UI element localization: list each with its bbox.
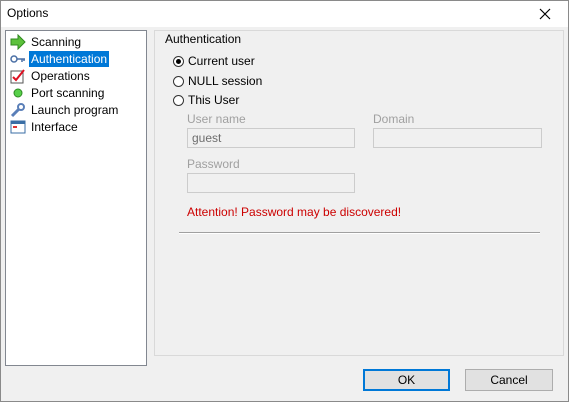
- tree-item-label: Interface: [31, 120, 78, 134]
- tree-item-label: Launch program: [31, 103, 119, 117]
- category-tree[interactable]: Scanning Authentication Operations Port …: [5, 30, 147, 366]
- tree-item-label: Operations: [31, 69, 90, 83]
- tree-item-port-scanning[interactable]: Port scanning: [10, 85, 106, 101]
- radio-null-session[interactable]: NULL session: [173, 73, 262, 89]
- user-name-label: User name: [187, 112, 246, 126]
- radio-button-checked[interactable]: [173, 55, 184, 67]
- cancel-button[interactable]: Cancel: [465, 369, 553, 391]
- ok-button[interactable]: OK: [363, 369, 450, 391]
- tree-item-label: Port scanning: [31, 86, 105, 100]
- title-bar: Options: [1, 1, 568, 27]
- password-label: Password: [187, 157, 240, 171]
- close-button[interactable]: [522, 1, 568, 27]
- radio-button[interactable]: [173, 94, 184, 106]
- password-field[interactable]: [187, 173, 355, 193]
- password-warning: Attention! Password may be discovered!: [187, 205, 402, 219]
- domain-label: Domain: [373, 112, 415, 126]
- tree-item-label: Authentication: [29, 51, 110, 67]
- tree-item-launch-program[interactable]: Launch program: [10, 102, 120, 118]
- tree-item-label: Scanning: [31, 35, 82, 49]
- radio-label: Current user: [188, 54, 255, 68]
- checklist-icon: [10, 68, 26, 84]
- green-arrow-icon: [10, 33, 26, 51]
- user-name-field[interactable]: guest: [187, 128, 355, 148]
- domain-field[interactable]: [373, 128, 542, 148]
- radio-label: This User: [188, 93, 240, 107]
- tree-item-scanning[interactable]: Scanning: [10, 33, 83, 51]
- radio-current-user[interactable]: Current user: [173, 53, 255, 69]
- wrench-icon: [10, 102, 26, 118]
- tree-item-interface[interactable]: Interface: [10, 119, 80, 135]
- group-title: Authentication: [164, 32, 243, 46]
- tree-item-authentication[interactable]: Authentication: [10, 51, 110, 67]
- separator: [179, 232, 540, 234]
- green-dot-icon: [10, 85, 26, 101]
- radio-this-user[interactable]: This User: [173, 92, 239, 108]
- window-title: Options: [7, 6, 49, 20]
- radio-button[interactable]: [173, 75, 184, 87]
- key-icon: [10, 51, 26, 67]
- window-icon: [10, 119, 26, 135]
- close-icon: [539, 8, 551, 20]
- tree-item-operations[interactable]: Operations: [10, 68, 92, 84]
- radio-label: NULL session: [188, 74, 263, 88]
